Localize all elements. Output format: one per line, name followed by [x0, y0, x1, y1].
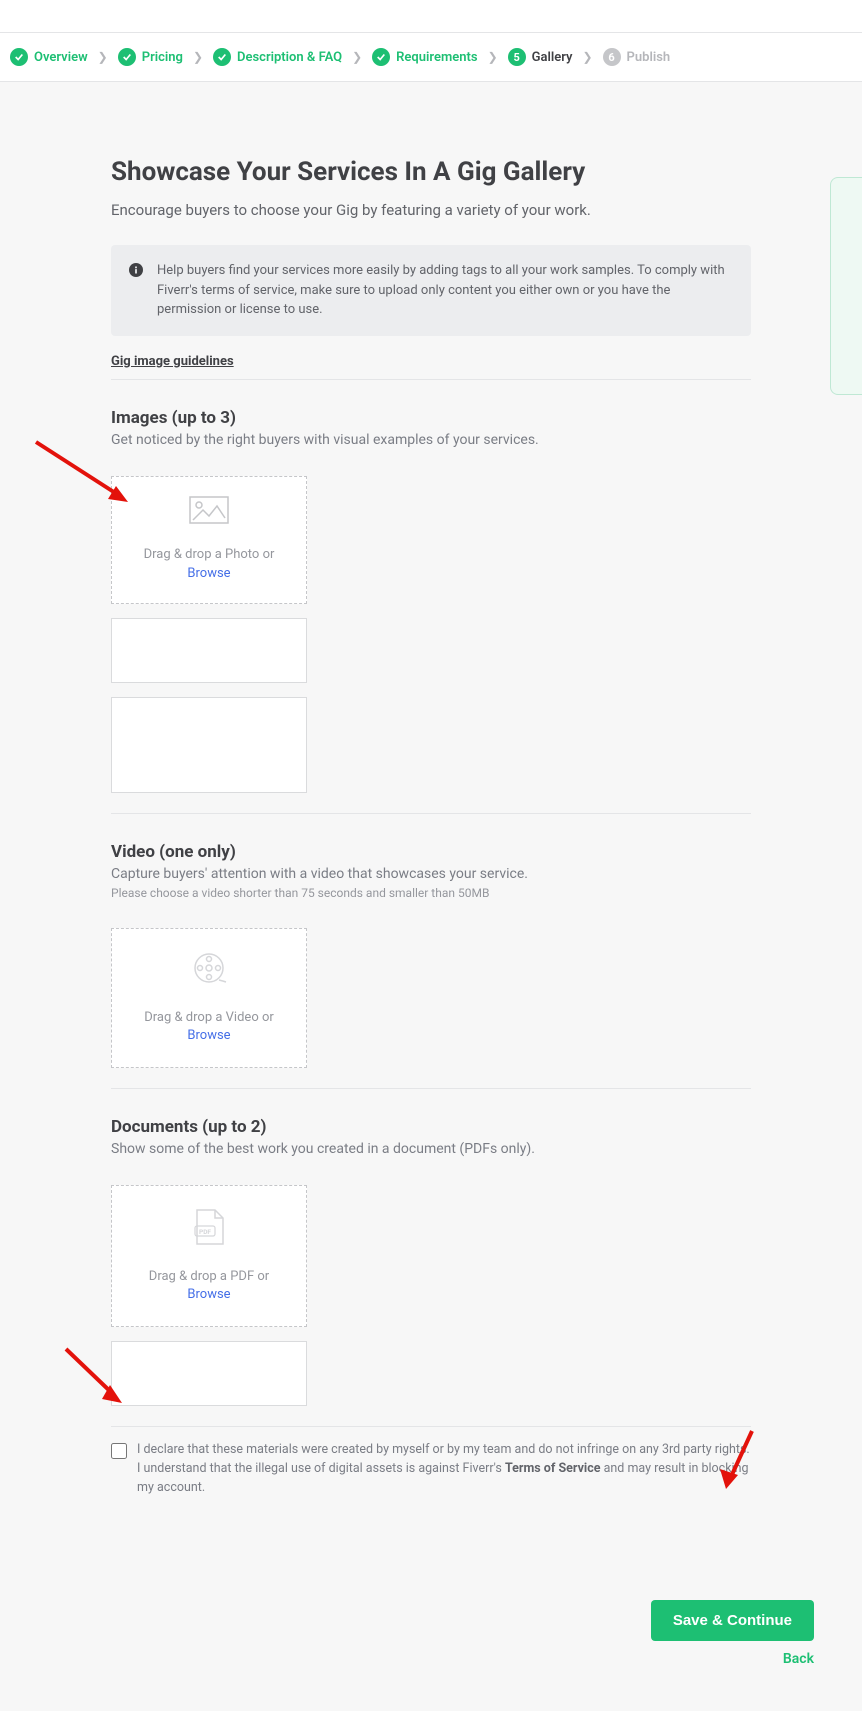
step-label: Pricing: [142, 50, 183, 65]
browse-link[interactable]: Browse: [187, 1028, 230, 1043]
step-requirements[interactable]: Requirements: [372, 48, 477, 66]
images-title: Images (up to 3): [111, 408, 751, 428]
step-label: Description & FAQ: [237, 50, 342, 65]
step-publish: 6 Publish: [603, 48, 671, 66]
page-subtitle: Encourage buyers to choose your Gig by f…: [111, 201, 751, 219]
step-label: Publish: [627, 50, 671, 65]
photo-placeholder-icon: [189, 496, 229, 528]
chevron-right-icon: ❯: [352, 50, 362, 64]
page-title: Showcase Your Services In A Gig Gallery: [111, 157, 751, 187]
terms-of-service-link[interactable]: Terms of Service: [505, 1461, 601, 1476]
info-icon: [129, 261, 143, 320]
check-icon: [372, 48, 390, 66]
film-reel-icon: [191, 951, 227, 991]
step-description-faq[interactable]: Description & FAQ: [213, 48, 342, 66]
images-section: Images (up to 3) Get noticed by the righ…: [111, 380, 751, 814]
declaration-text: I declare that these materials were crea…: [137, 1441, 751, 1497]
video-drop-zone[interactable]: Drag & drop a Video or Browse: [111, 928, 307, 1068]
check-icon: [118, 48, 136, 66]
step-number-icon: 6: [603, 48, 621, 66]
step-label: Gallery: [532, 50, 573, 65]
images-subtitle: Get noticed by the right buyers with vis…: [111, 432, 751, 448]
top-spacer: [0, 0, 862, 32]
documents-title: Documents (up to 2): [111, 1117, 751, 1137]
image-drop-zone[interactable]: Drag & drop a Photo or Browse: [111, 476, 307, 604]
info-banner: Help buyers find your services more easi…: [111, 245, 751, 336]
chevron-right-icon: ❯: [488, 50, 498, 64]
video-note: Please choose a video shorter than 75 se…: [111, 886, 751, 900]
step-label: Overview: [34, 50, 88, 65]
chevron-right-icon: ❯: [582, 50, 592, 64]
check-icon: [213, 48, 231, 66]
gig-image-guidelines-link[interactable]: Gig image guidelines: [111, 354, 234, 369]
pdf-file-icon: PDF: [193, 1208, 225, 1250]
save-continue-button[interactable]: Save & Continue: [651, 1600, 814, 1641]
hint-panel-sliver: [830, 177, 862, 395]
step-label: Requirements: [396, 50, 477, 65]
chevron-right-icon: ❯: [193, 50, 203, 64]
info-text: Help buyers find your services more easi…: [157, 261, 733, 320]
declaration-checkbox[interactable]: [111, 1443, 127, 1459]
step-number-icon: 5: [508, 48, 526, 66]
drop-instruction: Drag & drop a Video or Browse: [144, 1009, 274, 1045]
drop-instruction: Drag & drop a Photo or Browse: [144, 546, 275, 582]
check-icon: [10, 48, 28, 66]
main-content: Showcase Your Services In A Gig Gallery …: [111, 82, 751, 1578]
svg-text:PDF: PDF: [199, 1228, 211, 1236]
browse-link[interactable]: Browse: [187, 566, 230, 581]
step-gallery[interactable]: 5 Gallery: [508, 48, 573, 66]
video-section: Video (one only) Capture buyers' attenti…: [111, 814, 751, 1089]
video-subtitle: Capture buyers' attention with a video t…: [111, 866, 751, 882]
drop-instruction: Drag & drop a PDF or Browse: [149, 1268, 269, 1304]
image-slot-2[interactable]: [111, 618, 307, 683]
chevron-right-icon: ❯: [98, 50, 108, 64]
documents-subtitle: Show some of the best work you created i…: [111, 1141, 751, 1157]
pdf-drop-zone[interactable]: PDF Drag & drop a PDF or Browse: [111, 1185, 307, 1327]
browse-link[interactable]: Browse: [187, 1287, 230, 1302]
video-title: Video (one only): [111, 842, 751, 862]
step-pricing[interactable]: Pricing: [118, 48, 183, 66]
progress-steps: Overview ❯ Pricing ❯ Description & FAQ ❯…: [0, 32, 862, 82]
footer-actions: Save & Continue Back: [0, 1578, 862, 1697]
documents-section: Documents (up to 2) Show some of the bes…: [111, 1089, 751, 1518]
image-slot-3[interactable]: [111, 697, 307, 793]
step-overview[interactable]: Overview: [10, 48, 88, 66]
back-link[interactable]: Back: [783, 1651, 814, 1667]
document-slot-2[interactable]: [111, 1341, 307, 1406]
declaration-row: I declare that these materials were crea…: [111, 1427, 751, 1517]
